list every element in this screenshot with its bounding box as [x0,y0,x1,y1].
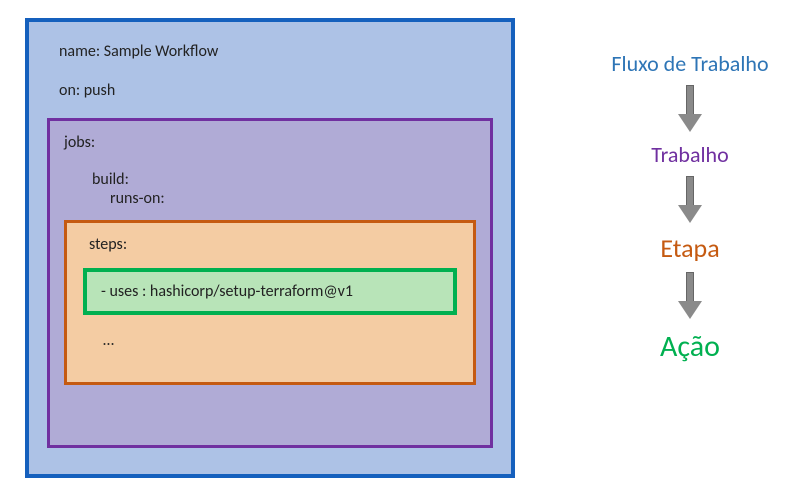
arrow-down-icon [680,176,700,224]
action-uses-line: - uses : hashicorp/setup-terraform@v1 [101,282,439,301]
arrow-down-icon [680,85,700,133]
workflow-name-line: name: Sample Workflow [59,42,493,61]
jobs-label: jobs: [64,133,476,152]
steps-container: steps: - uses : hashicorp/setup-terrafor… [64,220,476,385]
jobs-container: jobs: build: runs-on: steps: - uses : ha… [47,118,493,448]
legend-job: Trabalho [651,141,728,168]
runs-on-label: runs-on: [110,189,476,208]
action-container: - uses : hashicorp/setup-terraform@v1 [83,268,457,315]
legend-action: Ação [660,328,720,365]
workflow-container: name: Sample Workflow on: push jobs: bui… [25,18,515,478]
legend-workflow: Fluxo de Trabalho [611,50,768,77]
build-label: build: [92,170,476,189]
steps-label: steps: [89,235,457,254]
legend: Fluxo de Trabalho Trabalho Etapa Ação [590,50,790,365]
arrow-down-icon [680,272,700,320]
workflow-on-line: on: push [59,81,493,100]
legend-step: Etapa [660,232,719,264]
steps-ellipsis: … [103,331,457,350]
build-block: build: runs-on: [92,170,476,208]
